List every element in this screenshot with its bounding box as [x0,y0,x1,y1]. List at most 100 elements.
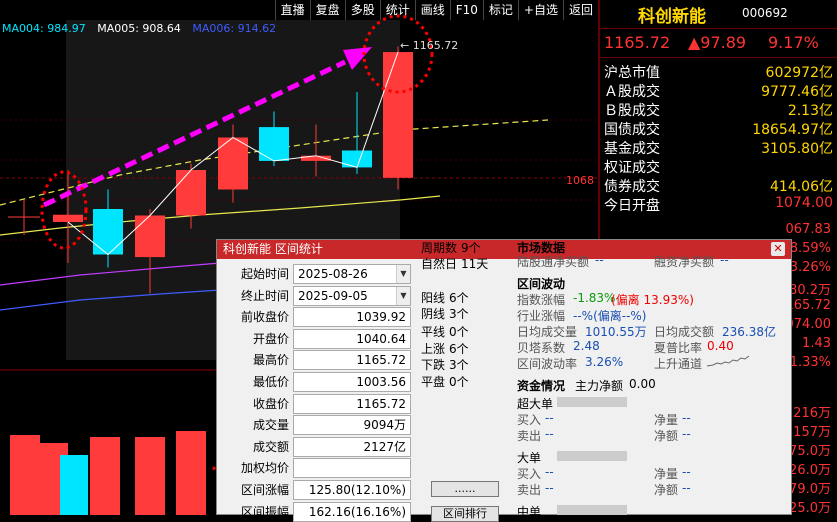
field-value-text: 2025-08-26 [298,267,368,281]
edge-value: 165.72 [785,298,832,313]
interval-stats-dialog[interactable]: 科创新能 区间统计 ✕ 起始时间 2025-08-26 ▼ 终止时间 2025-09-0… [216,239,792,522]
field-label: 前收盘价 [240,310,289,325]
edge-value: 074.00 [785,317,832,332]
field-value-text: 162.16(16.16%) [308,504,406,519]
interval-rank-button[interactable]: 区间排行 [431,506,499,522]
volume-bar [135,437,165,515]
market-row-value: 9777.46亿 [761,84,833,100]
more-button[interactable]: ...... [431,481,499,497]
count-stat: 下跌 3个 [421,356,469,373]
channel-sparkline [706,355,750,367]
main-net-label: 主力净额 [575,379,624,393]
price-level-label: 1068 [566,174,594,187]
field-value: 1040.64 [293,328,411,349]
field-value-text: 125.80(12.10%) [308,483,406,497]
toolbar-button[interactable]: F10 [449,0,483,20]
count-stat-value: 6个 [449,342,469,356]
market-row: 沪总市值 602972亿 [600,62,837,82]
ma4-label: MA004: 984.97 [2,22,86,35]
toolbar-button[interactable]: 统计 [379,0,415,20]
market-row-label: 国债成交 [604,122,660,138]
edge-value: 8.59% [789,241,831,256]
chart-toolbar: 直播 复盘 多股 统计 画线 F10 标记 +自选 返回 [0,0,598,20]
market-row-label: 今日开盘 [604,198,660,214]
market-row: 权证成交 [600,157,837,177]
field-value-text: 2025-09-05 [298,288,368,303]
edge-value: 75.0万 [789,444,831,459]
field-value-text: 2127亿 [363,439,406,454]
market-row: Ａ股成交 9777.46亿 [600,81,837,101]
volume-bar [90,437,120,515]
close-icon[interactable]: ✕ [771,242,785,256]
fund-sell-label: 卖出 [517,429,542,443]
rz-label: 融资净买额 [654,255,715,269]
ind-label: 行业涨幅 [517,309,566,323]
toolbar-button[interactable]: 复盘 [309,0,345,20]
market-row-label: Ａ股成交 [604,84,660,100]
field-value-text: 1165.72 [356,396,406,411]
market-row-value: 3105.80亿 [761,141,833,157]
fund-net-label: 净量 [654,467,679,481]
ma6-label: MA006: 914.62 [192,22,277,35]
count-stat-label: 下跌 [421,358,446,372]
count-stat-label: 阳线 [421,291,446,305]
lgt-value: -- [595,253,604,267]
candle-body [93,209,123,255]
toolbar-button[interactable]: 返回 [562,0,598,20]
count-stat: 阳线 6个 [421,289,469,306]
fund-net-value: -- [682,465,691,479]
field-value-text: 9094万 [363,418,406,433]
volume-bar [176,431,206,515]
field-label: 成交量 [252,418,289,433]
ind-value: --%(偏离--%) [573,309,647,323]
field-value: 2127亿 [293,436,411,457]
field-row: 最低价 1003.56 [217,372,417,392]
fund-net-label: 净量 [654,413,679,427]
toolbar-button[interactable]: 标记 [482,0,518,20]
chevron-down-icon[interactable]: ▼ [396,286,410,305]
fund-buy-label: 买入 [517,413,542,427]
edge-value: 1.43 [802,336,831,351]
field-label: 区间振幅 [240,504,289,519]
toolbar-button[interactable]: 直播 [274,0,310,20]
count-stat: 阴线 3个 [421,305,469,322]
market-row-value: 2.13亿 [787,103,833,119]
field-value-text: 1040.64 [356,331,406,346]
field-value: 162.16(16.16%) [293,501,411,522]
field-label: 最低价 [252,375,289,389]
fund-buy-value: -- [545,411,554,425]
toolbar-button[interactable]: +自选 [517,0,563,20]
count-stat-value: 9个 [461,241,481,255]
price-row: 1165.72 ▲97.89 9.17% [600,28,837,58]
chevron-down-icon[interactable]: ▼ [396,265,410,283]
fund-netamt-label: 净额 [654,429,679,443]
field-label: 区间涨幅 [240,483,289,497]
field-label: 收盘价 [252,396,289,411]
toolbar-button[interactable]: 画线 [414,0,450,20]
high-price-label: ← 1165.72 [400,39,458,52]
volat-label: 区间波动率 [517,357,578,371]
avgvol-value: 1010.55万 [585,325,647,339]
field-value-text: 1039.92 [356,310,406,325]
fund-netamt-value: -- [682,481,691,495]
market-row: 基金成交 3105.80亿 [600,138,837,158]
date-picker[interactable]: 2025-09-05 ▼ [293,285,411,306]
field-label: 加权均价 [240,461,289,476]
field-row: 成交量 9094万 [217,415,417,436]
count-stat-value: 3个 [449,307,469,321]
date-picker[interactable]: 2025-08-26 ▼ [293,264,411,284]
fund-group-bar [557,505,627,515]
current-price: 1165.72 [604,33,671,52]
market-row-label: 债券成交 [604,179,660,195]
field-row: 区间涨幅 125.80(12.10%) [217,480,417,500]
volume-bar [10,435,40,515]
fund-net-value: -- [682,411,691,425]
count-stat-value: 0个 [449,325,469,339]
count-stat: 上涨 6个 [421,340,469,357]
toolbar-button[interactable]: 多股 [344,0,380,20]
candle-body [135,215,165,258]
field-row: 起始时间 2025-08-26 ▼ [217,264,417,284]
idx-deviation: (偏离 13.93%) [611,293,694,307]
field-label: 开盘价 [252,331,289,346]
fund-buy-label: 买入 [517,467,542,481]
